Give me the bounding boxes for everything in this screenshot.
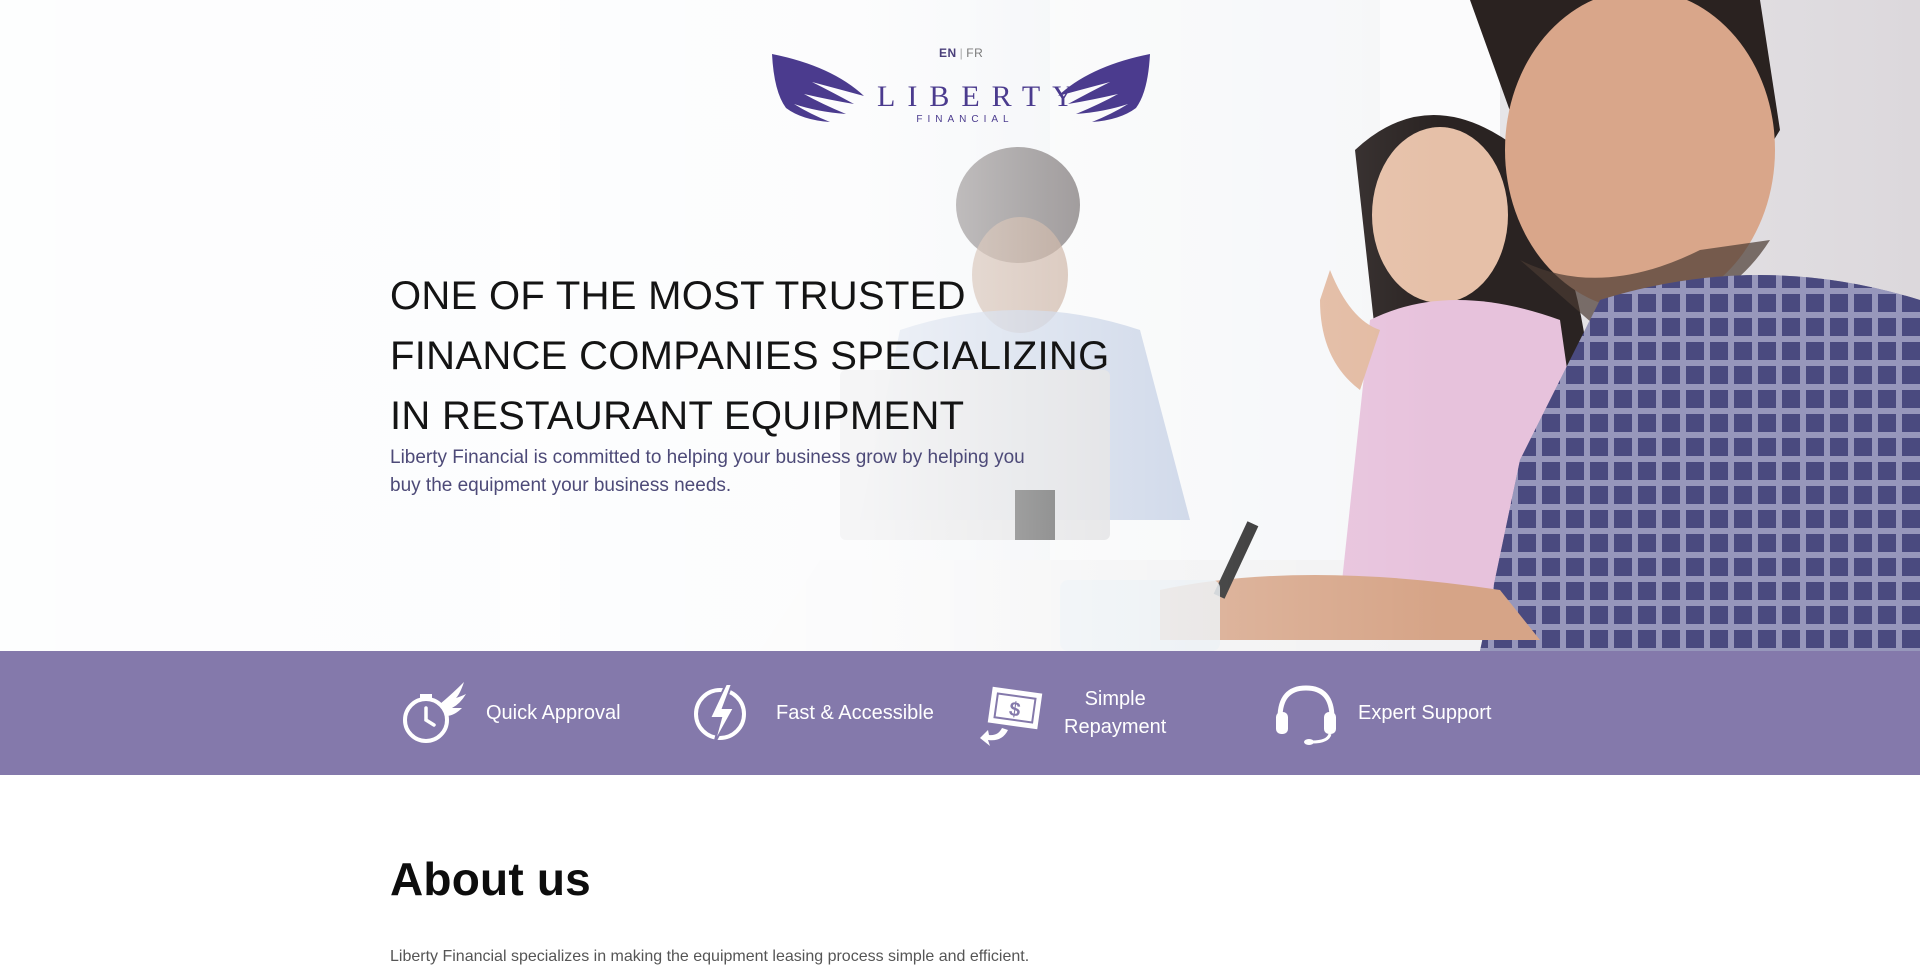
feature-label: Fast & Accessible [776, 702, 934, 724]
feature-label: Expert Support [1358, 702, 1492, 724]
feature-label: Simple Repayment [1064, 685, 1166, 741]
feature-fast-accessible: Fast & Accessible [690, 651, 934, 775]
feature-bar: Quick Approval Fast & Accessible $ Simpl… [0, 651, 1920, 775]
feature-label-line: Repayment [1064, 716, 1167, 738]
money-return-icon: $ [980, 686, 1043, 746]
hero-headline: ONE OF THE MOST TRUSTED FINANCE COMPANIE… [390, 266, 1150, 446]
headline-line: IN RESTAURANT EQUIPMENT [390, 394, 965, 438]
about-text: Liberty Financial specializes in making … [390, 944, 1110, 970]
feature-label-line: Simple [1084, 688, 1146, 710]
feature-label: Quick Approval [486, 702, 621, 724]
hero-subheadline: Liberty Financial is committed to helpin… [390, 444, 1110, 500]
logo-wordmark-main: LIBERTY [877, 80, 1086, 113]
hero-section: EN | FR LIBERTY FINANCIAL ONE OF THE MOST … [0, 0, 1920, 651]
logo-wordmark-sub: FINANCIAL [916, 114, 1014, 125]
winged-clock-icon [403, 682, 466, 743]
feature-expert-support: Expert Support [1272, 651, 1491, 775]
feature-quick-approval: Quick Approval [400, 651, 621, 775]
about-title: About us [390, 853, 591, 905]
feature-simple-repayment: $ Simple Repayment [978, 651, 1166, 775]
subhead-line: Liberty Financial is committed to helpin… [390, 447, 1025, 468]
subhead-line: buy the equipment your business needs. [390, 475, 732, 496]
about-text-line: Liberty Financial specializes in making … [390, 948, 1030, 965]
headset-icon [1276, 685, 1336, 745]
liberty-logo[interactable]: LIBERTY FINANCIAL [772, 52, 1150, 126]
headline-line: FINANCE COMPANIES SPECIALIZING [390, 334, 1110, 378]
headline-line: ONE OF THE MOST TRUSTED [390, 274, 966, 318]
lightning-bolt-icon [694, 683, 746, 745]
